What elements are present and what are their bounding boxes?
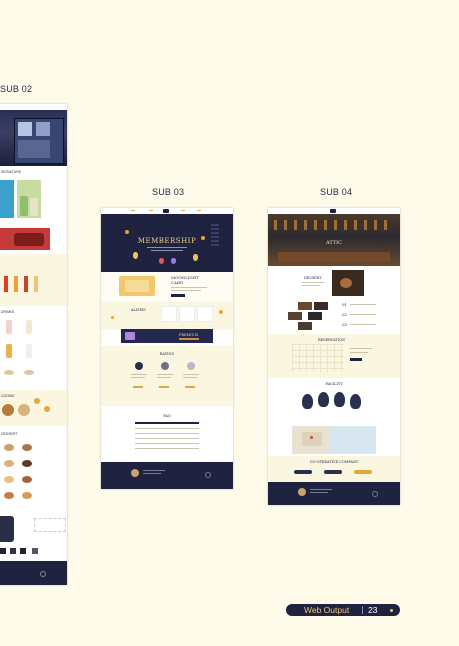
sub02-cookie-section: COOKIE: [0, 390, 67, 426]
sub04-page-thumbnail[interactable]: ATTIC DESSERT 01 02 03 RESERVATION FACIL…: [268, 208, 400, 505]
sub03-faq-title: FAQ: [163, 414, 171, 418]
sub03-premium-label: PREMIUM: [179, 333, 199, 337]
sub04-section4-title: CO-OPERATIVE COMPANY: [309, 460, 359, 464]
web-output-footer: Web Output 23: [286, 604, 400, 616]
label-sub04: SUB 04: [320, 187, 353, 197]
sub03-premium-banner: PREMIUM: [121, 329, 213, 343]
sub04-hero: ATTIC: [268, 214, 400, 266]
sub03-benefit-section: ALISMS: [101, 302, 233, 330]
sub04-reservation-section: RESERVATION: [268, 334, 400, 378]
sub03-footer: [101, 462, 233, 489]
sub03-card-title: MOONLIGHT CARD: [171, 275, 199, 285]
sub02-section4-title: DESSERT: [1, 432, 18, 436]
sub03-hero: MEMBERSHIP: [101, 214, 233, 272]
sub02-product-image: [0, 180, 14, 218]
dot-icon: [390, 609, 393, 612]
sub04-section1-title: DESSERT: [304, 276, 322, 280]
sub04-facility-section: FACILITY: [268, 378, 400, 426]
label-sub02: SUB 02: [0, 84, 33, 94]
sub04-dessert-section: DESSERT 01 02 03: [268, 266, 400, 334]
sub03-rating-section: RATING: [101, 346, 233, 406]
sub02-hero: [0, 110, 67, 166]
sub04-hero-title: ATTIC: [326, 240, 342, 246]
label-sub03: SUB 03: [152, 187, 185, 197]
sub03-section1-title: ALISMS: [131, 308, 146, 312]
sub04-section2-title: RESERVATION: [318, 338, 345, 342]
sub03-rating-title: RATING: [159, 352, 175, 356]
sub02-cream-section: [0, 254, 67, 306]
sub03-card-section: MOONLIGHT CARD: [101, 272, 233, 302]
divider: [362, 606, 363, 614]
sub04-cooperative-section: CO-OPERATIVE COMPANY: [268, 456, 400, 482]
sub02-banner: [0, 228, 50, 250]
sub02-footer: [0, 561, 67, 585]
sub02-phone-mock: [0, 516, 14, 542]
sub02-section3-title: COOKIE: [1, 394, 15, 398]
sub02-section2-title: DRINKS: [1, 310, 15, 314]
sub02-page-thumbnail[interactable]: SIGNATURE DRINKS COOKIE DESSERT: [0, 104, 67, 585]
web-output-label: Web Output: [304, 605, 350, 615]
sub04-map[interactable]: [292, 426, 376, 454]
sub04-section3-title: FACILITY: [325, 382, 343, 386]
sub03-faq-section: FAQ: [101, 406, 233, 462]
page-number: 23: [368, 605, 378, 615]
sub04-footer: [268, 482, 400, 505]
sub03-page-thumbnail[interactable]: MEMBERSHIP MOONLIGHT CARD ALISMS PREMIUM…: [101, 208, 233, 489]
sub02-section1-title: SIGNATURE: [1, 170, 22, 174]
